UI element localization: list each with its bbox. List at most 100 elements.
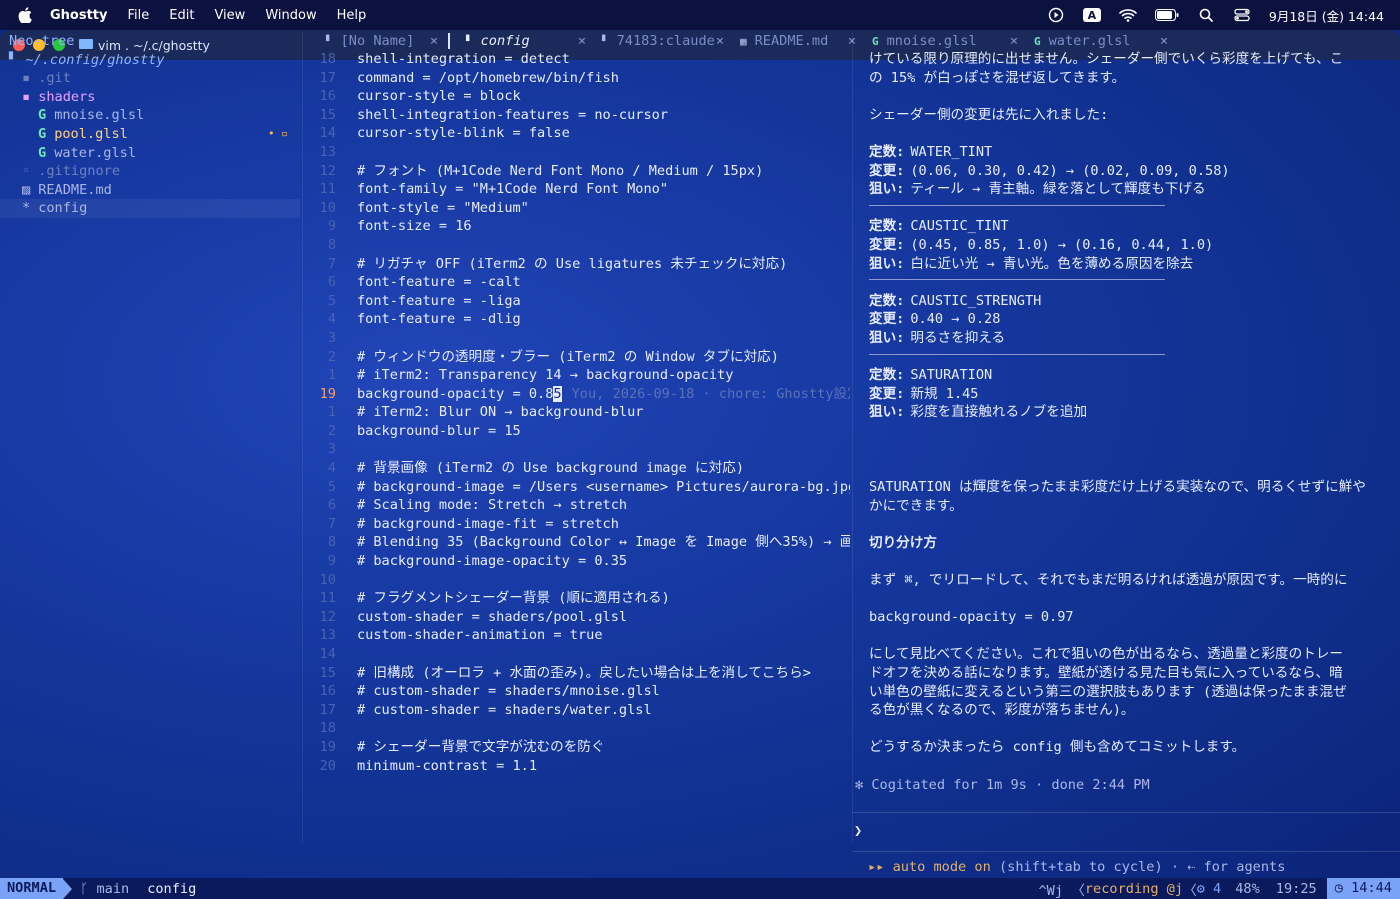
code-line[interactable]: 16 cursor-style = block — [302, 87, 850, 106]
menu-window[interactable]: Window — [265, 8, 316, 23]
search-icon[interactable] — [1197, 7, 1215, 23]
code-line[interactable]: 14 cursor-style-blink = false — [302, 124, 850, 143]
menu-view[interactable]: View — [214, 8, 245, 23]
code-line[interactable]: 5 # background-image = /Users <username> … — [302, 478, 850, 497]
tree-item[interactable]: ▨ README.md — [0, 181, 300, 200]
menu-edit[interactable]: Edit — [169, 8, 194, 23]
chat-text: どうするか決まったら config 側も含めてコミットします。 — [869, 739, 1246, 756]
play-icon[interactable] — [1047, 7, 1065, 23]
line-number: 13 — [319, 627, 336, 644]
input-source-icon[interactable]: A — [1082, 8, 1101, 22]
code-line[interactable]: 9 font-size = 16 — [302, 217, 850, 236]
code-line[interactable]: 2 # ウィンドウの透明度・ブラー (iTerm2 の Window タブに対応) — [302, 348, 850, 367]
wifi-icon[interactable] — [1119, 7, 1137, 23]
line-number: 7 — [327, 515, 336, 532]
code-line[interactable]: 15 # 旧構成 (オーロラ + 水面の歪み)。戻したい場合は上を消してこちら> — [302, 664, 850, 683]
code-buffer[interactable]: 18 shell-integration = detect 17 command = … — [302, 50, 850, 830]
code-line[interactable]: 3 — [302, 440, 850, 459]
code-line[interactable]: 10 font-style = "Medium" — [302, 199, 850, 218]
code-line[interactable]: 8 — [302, 236, 850, 255]
line-number: 16 — [319, 88, 336, 105]
tree-item[interactable]: * config — [0, 199, 300, 218]
pending-keys: ^Wj 〈 — [1038, 882, 1085, 899]
line-number: 14 — [319, 646, 336, 662]
code-line[interactable]: 3 — [302, 329, 850, 348]
code-text: # ウィンドウの透明度・ブラー (iTerm2 の Window タブに対応) — [357, 348, 779, 365]
code-line[interactable]: 6 font-feature = -calt — [302, 273, 850, 292]
claude-pane[interactable]: けている限り原理的に出せません。シェーダー側でいくら彩度を上げても、こ の 15… — [852, 32, 1400, 842]
code-line[interactable]: 20 minimum-contrast = 1.1 — [302, 757, 850, 776]
tree-item-label: README.md — [38, 181, 112, 198]
code-line[interactable]: 4 # 背景画像 (iTerm2 の Use background image に… — [302, 459, 850, 478]
tree-item-label: mnoise.glsl — [54, 107, 145, 124]
chat-heading: 切り分け方 — [869, 534, 937, 551]
code-line[interactable]: 17 command = /opt/homebrew/bin/fish — [302, 69, 850, 88]
code-line[interactable]: 12 # フォント (M+1Code Nerd Font Mono / Mediu… — [302, 162, 850, 181]
neo-tree-panel: Neo-tree ▘ ~/.config/ghostty ▪ .git ▪ shade… — [0, 32, 300, 842]
tree-item[interactable]: ▪ shaders — [0, 88, 300, 107]
code-line[interactable]: 19 # シェーダー背景で文字が沈むのを防ぐ — [302, 738, 850, 757]
change-aim: 狙い: 明るさを抑える — [869, 329, 1397, 348]
tree-item[interactable]: Gmnoise.glsl — [0, 106, 300, 125]
tree-item[interactable]: ◦ .gitignore — [0, 162, 300, 181]
code-line[interactable]: 16 # custom-shader = shaders/mnoise.glsl — [302, 682, 850, 701]
tree-item[interactable]: Gwater.glsl — [0, 144, 300, 163]
code-line[interactable]: 14 — [302, 645, 850, 664]
code-line[interactable]: 11 # フラグメントシェーダー背景 (順に適用される) — [302, 589, 850, 608]
code-line[interactable]: 13 custom-shader-animation = true — [302, 626, 850, 645]
code-line[interactable]: 4 font-feature = -dlig — [302, 310, 850, 329]
change-label: 変更: — [869, 385, 905, 402]
change-aim: 狙い: ティール → 青主軸。緑を落として輝度も下げる — [869, 180, 1397, 199]
code-line[interactable]: 5 font-feature = -liga — [302, 292, 850, 311]
chat-text: ドオフを決める話になります。壁紙が透ける見た目も気に入っているなら、暗 — [869, 665, 1343, 681]
status-separator: 〈 — [1183, 882, 1197, 899]
code-line[interactable]: 11 font-family = "M+1Code Nerd Font Mono" — [302, 180, 850, 199]
code-line[interactable]: 7 # リガチャ OFF (iTerm2 の Use ligatures 未チェッ… — [302, 255, 850, 274]
code-line[interactable]: 18 shell-integration = detect — [302, 50, 850, 69]
code-text: # Blending 35 (Background Color ↔ Image … — [357, 534, 850, 551]
chat-prompt-box[interactable]: ❯ — [852, 812, 1400, 852]
change-label: 定数: — [869, 144, 905, 160]
code-line[interactable]: 17 # custom-shader = shaders/water.glsl — [302, 701, 850, 720]
tree-root[interactable]: ▘ ~/.config/ghostty — [0, 51, 300, 70]
chat-text: の 15% が白っぽさを混ぜ返してきます。 — [869, 69, 1126, 86]
apple-icon[interactable] — [18, 7, 32, 24]
modified-indicator-icon: • ▫ — [268, 126, 288, 140]
code-text: # custom-shader = shaders/water.glsl — [357, 701, 652, 718]
menu-help[interactable]: Help — [337, 8, 367, 23]
menu-file[interactable]: File — [128, 8, 150, 23]
code-line[interactable]: 7 # background-image-fit = stretch — [302, 515, 850, 534]
line-number: 20 — [319, 757, 336, 774]
control-center-icon[interactable] — [1233, 7, 1251, 23]
tree-item[interactable]: ▪ .git — [0, 69, 300, 88]
code-line[interactable]: 15 shell-integration-features = no-cursor — [302, 106, 850, 125]
menubar-clock[interactable]: 9月18日 (金) 14:44 — [1269, 6, 1384, 25]
code-line[interactable]: 13 — [302, 143, 850, 162]
code-line[interactable]: 8 # Blending 35 (Background Color ↔ Image… — [302, 533, 850, 552]
code-line[interactable]: 18 — [302, 719, 850, 738]
change-const: 定数: SATURATION — [869, 366, 1397, 385]
tree-item[interactable]: Gpool.glsl • ▫ — [0, 125, 300, 144]
mode-hint[interactable]: ▸▸ auto mode on (shift+tab to cycle) · ⇠… — [868, 859, 1285, 875]
code-line[interactable]: 9 # background-image-opacity = 0.35 — [302, 552, 850, 571]
battery-icon[interactable] — [1154, 7, 1179, 23]
code-line[interactable]: 12 custom-shader = shaders/pool.glsl — [302, 608, 850, 627]
code-line[interactable]: 10 — [302, 571, 850, 590]
change-value: (0.45, 0.85, 1.0) → (0.16, 0.44, 1.0) — [910, 237, 1214, 253]
line-number: 19 — [319, 738, 336, 755]
hint-rest: (shift+tab to cycle) · ⇠ for agents — [990, 859, 1286, 875]
code-line[interactable]: 2 background-blur = 15 — [302, 422, 850, 441]
menu-app-name[interactable]: Ghostty — [50, 8, 108, 23]
code-line[interactable]: 6 # Scaling mode: Stretch → stretch — [302, 496, 850, 515]
change-label: 狙い: — [869, 255, 905, 272]
cogitated-status: ✻ Cogitated for 1m 9s · done 2:44 PM — [855, 776, 1150, 793]
code-line[interactable]: 1 # iTerm2: Transparency 14 → background-… — [302, 366, 850, 385]
chat-code: background-opacity = 0.97 — [869, 609, 1074, 626]
line-number: 12 — [319, 162, 336, 179]
hint-prefix: ▸▸ — [868, 859, 893, 875]
line-number: 1 — [327, 404, 336, 421]
code-line[interactable]: 1 # iTerm2: Blur ON → background-blur — [302, 403, 850, 422]
code-line[interactable]: 19 background-opacity = 0.85 You, 2026-09-… — [302, 385, 850, 404]
chat-text: けている限り原理的に出せません。シェーダー側でいくら彩度を上げても、こ — [869, 51, 1344, 67]
change-const: 定数: CAUSTIC_TINT — [869, 217, 1397, 236]
